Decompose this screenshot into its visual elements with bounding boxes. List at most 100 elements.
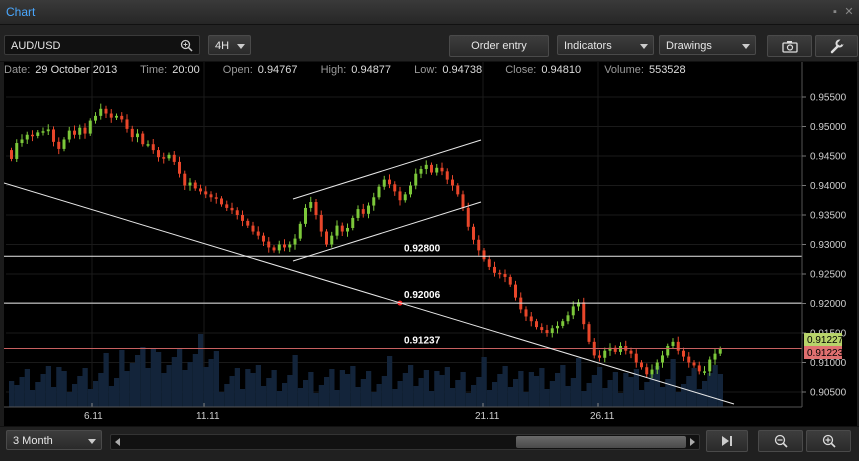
- volume-bar: [224, 384, 230, 407]
- period-select[interactable]: 3 Month: [6, 430, 102, 450]
- volume-bar: [413, 386, 419, 407]
- candle-body: [309, 202, 313, 208]
- volume-bar: [19, 377, 25, 407]
- volume-bar: [24, 369, 30, 407]
- candle-body: [36, 132, 40, 136]
- candle-body: [230, 207, 234, 211]
- candle-body: [46, 129, 50, 132]
- candle-body: [682, 350, 685, 357]
- candle-body: [10, 150, 13, 159]
- candle-body: [199, 188, 202, 192]
- volume-bar: [392, 389, 398, 407]
- volume-label: Volume:: [604, 64, 644, 76]
- volume-bar: [45, 366, 51, 407]
- volume-bar: [439, 375, 445, 407]
- chart-area[interactable]: 0.92800 0.92006 0.91237 0.95500 0.95000 0.94…: [3, 62, 857, 426]
- candle-body: [162, 157, 166, 159]
- volume-bar: [523, 392, 529, 407]
- candle-body: [130, 128, 134, 138]
- volume-bar: [628, 377, 634, 407]
- volume-bar: [292, 355, 298, 407]
- volume-bar: [570, 378, 576, 407]
- volume-bar: [72, 384, 78, 407]
- candle-body: [472, 226, 475, 240]
- volume-bar: [387, 356, 393, 407]
- candle-body: [503, 274, 507, 277]
- zoom-in-button[interactable]: [806, 430, 851, 452]
- indicators-label: Indicators: [564, 40, 612, 52]
- candle-body: [587, 324, 591, 342]
- candle-body: [115, 115, 118, 118]
- symbol-label: AUD/USD: [11, 40, 61, 52]
- candle-body: [598, 355, 601, 358]
- close-label: Close:: [505, 64, 537, 76]
- volume-bar: [702, 381, 708, 407]
- volume-bar: [371, 392, 377, 407]
- candle-body: [514, 284, 517, 298]
- chevron-down-icon: [742, 44, 750, 49]
- price-tick-label: 0.95000: [810, 122, 847, 133]
- volume-bar: [318, 385, 324, 407]
- volume-bar: [549, 381, 555, 407]
- order-entry-button[interactable]: Order entry: [449, 35, 549, 57]
- volume-bar: [108, 386, 114, 407]
- candle-body: [692, 362, 696, 366]
- volume-bar: [198, 334, 204, 407]
- candle-body: [267, 241, 271, 248]
- candle-body: [246, 220, 250, 226]
- candle-body: [136, 133, 139, 138]
- candle-body: [634, 353, 638, 363]
- volume-bar: [345, 374, 351, 407]
- settings-button[interactable]: [815, 35, 858, 57]
- candle-body: [346, 227, 349, 232]
- candle-body: [146, 144, 150, 146]
- candle-body: [498, 272, 502, 275]
- volume-bar: [670, 359, 676, 407]
- candle-body: [550, 328, 554, 333]
- indicators-select[interactable]: Indicators: [557, 35, 654, 55]
- volume-bar: [450, 388, 456, 407]
- window-title: Chart: [6, 5, 36, 19]
- scroll-right-icon[interactable]: [690, 438, 695, 446]
- volume-bar: [534, 376, 540, 407]
- horizontal-level-label: 0.92800: [404, 243, 441, 254]
- candle-body: [451, 179, 454, 186]
- search-icon[interactable]: [180, 39, 193, 52]
- volume-bar: [114, 378, 120, 407]
- candle-body: [351, 217, 355, 228]
- drawings-select[interactable]: Drawings: [659, 35, 756, 55]
- candle-body: [445, 171, 449, 180]
- volume-bar: [208, 359, 214, 407]
- candle-body: [466, 207, 470, 227]
- close-icon[interactable]: ✕: [843, 6, 855, 18]
- volume-bar: [150, 348, 156, 407]
- scroll-left-icon[interactable]: [115, 438, 120, 446]
- symbol-input[interactable]: AUD/USD: [4, 35, 200, 55]
- minimize-icon[interactable]: ▪: [829, 6, 841, 18]
- volume-bar: [618, 393, 624, 407]
- candle-body: [671, 341, 675, 346]
- candle-body: [325, 231, 328, 245]
- ohlc-info-bar: Date: 29 October 2013 Time: 20:00 Open: 0.9…: [4, 64, 706, 82]
- horizontal-level-label: 0.92006: [404, 290, 441, 301]
- screenshot-button[interactable]: [767, 35, 812, 57]
- chart-scrollbar[interactable]: [110, 434, 700, 450]
- drawings-label: Drawings: [666, 40, 712, 52]
- volume-bar: [597, 367, 603, 407]
- candle-body: [640, 362, 643, 368]
- volume-value: 553528: [648, 64, 686, 76]
- volume-bar: [528, 372, 534, 407]
- volume-bar: [308, 372, 314, 407]
- volume-bar: [261, 386, 267, 407]
- jump-to-end-button[interactable]: [706, 430, 748, 452]
- price-tick-label: 0.91000: [810, 358, 847, 369]
- volume-bar: [287, 375, 293, 407]
- volume-bar: [245, 369, 251, 407]
- zoom-out-button[interactable]: [758, 430, 803, 452]
- volume-bar: [297, 388, 303, 407]
- volume-bar: [376, 384, 382, 407]
- price-chart[interactable]: 0.92800 0.92006 0.91237 0.95500 0.95000 0.94…: [3, 62, 857, 426]
- timeframe-select[interactable]: 4H: [208, 35, 251, 55]
- price-tick-label: 0.93500: [810, 211, 847, 222]
- scrollbar-thumb[interactable]: [516, 436, 686, 448]
